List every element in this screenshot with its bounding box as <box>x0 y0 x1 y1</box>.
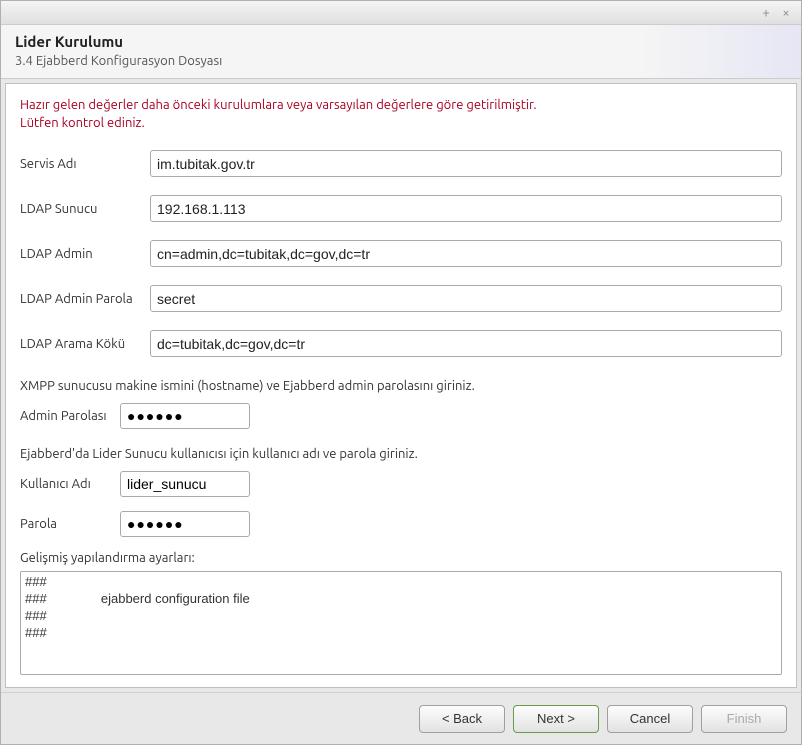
input-ldap-admin-password[interactable] <box>150 285 782 312</box>
input-password[interactable] <box>120 511 250 537</box>
input-ldap-admin[interactable] <box>150 240 782 267</box>
label-admin-password: Admin Parolası <box>20 409 120 423</box>
warning-line-1: Hazır gelen değerler daha önceki kurulum… <box>20 98 537 112</box>
input-ldap-server[interactable] <box>150 195 782 222</box>
hint-ejabberd: Ejabberd'da Lider Sunucu kullanıcısı içi… <box>20 447 782 461</box>
label-ldap-admin-password: LDAP Admin Parola <box>20 292 150 306</box>
input-username[interactable] <box>120 471 250 497</box>
textarea-config[interactable] <box>20 571 782 675</box>
wizard-window: + × Lider Kurulumu 3.4 Ejabberd Konfigur… <box>0 0 802 745</box>
input-service-name[interactable] <box>150 150 782 177</box>
label-username: Kullanıcı Adı <box>20 477 120 491</box>
page-subtitle: 3.4 Ejabberd Konfigurasyon Dosyası <box>15 54 787 68</box>
row-password: Parola <box>20 511 782 537</box>
header: Lider Kurulumu 3.4 Ejabberd Konfigurasyo… <box>1 25 801 79</box>
minimize-icon[interactable]: + <box>759 6 773 20</box>
row-admin-password: Admin Parolası <box>20 403 782 429</box>
label-ldap-search-root: LDAP Arama Kökü <box>20 337 150 351</box>
page-title: Lider Kurulumu <box>15 33 787 50</box>
titlebar: + × <box>1 1 801 25</box>
row-service-name: Servis Adı <box>20 150 782 177</box>
row-ldap-server: LDAP Sunucu <box>20 195 782 222</box>
close-icon[interactable]: × <box>779 6 793 20</box>
next-button[interactable]: Next > <box>513 705 599 733</box>
footer: < Back Next > Cancel Finish <box>1 692 801 744</box>
input-ldap-search-root[interactable] <box>150 330 782 357</box>
input-admin-password[interactable] <box>120 403 250 429</box>
warning-message: Hazır gelen değerler daha önceki kurulum… <box>20 96 782 132</box>
label-ldap-server: LDAP Sunucu <box>20 202 150 216</box>
row-username: Kullanıcı Adı <box>20 471 782 497</box>
label-service-name: Servis Adı <box>20 157 150 171</box>
content: Hazır gelen değerler daha önceki kurulum… <box>5 83 797 688</box>
label-ldap-admin: LDAP Admin <box>20 247 150 261</box>
row-ldap-admin: LDAP Admin <box>20 240 782 267</box>
content-panel: Hazır gelen değerler daha önceki kurulum… <box>1 79 801 692</box>
label-advanced-section: Gelişmiş yapılandırma ayarları: <box>20 551 782 565</box>
cancel-button[interactable]: Cancel <box>607 705 693 733</box>
finish-button: Finish <box>701 705 787 733</box>
row-ldap-admin-password: LDAP Admin Parola <box>20 285 782 312</box>
back-button[interactable]: < Back <box>419 705 505 733</box>
row-ldap-search-root: LDAP Arama Kökü <box>20 330 782 357</box>
warning-line-2: Lütfen kontrol ediniz. <box>20 116 145 130</box>
label-password: Parola <box>20 517 120 531</box>
hint-xmpp: XMPP sunucusu makine ismini (hostname) v… <box>20 379 782 393</box>
